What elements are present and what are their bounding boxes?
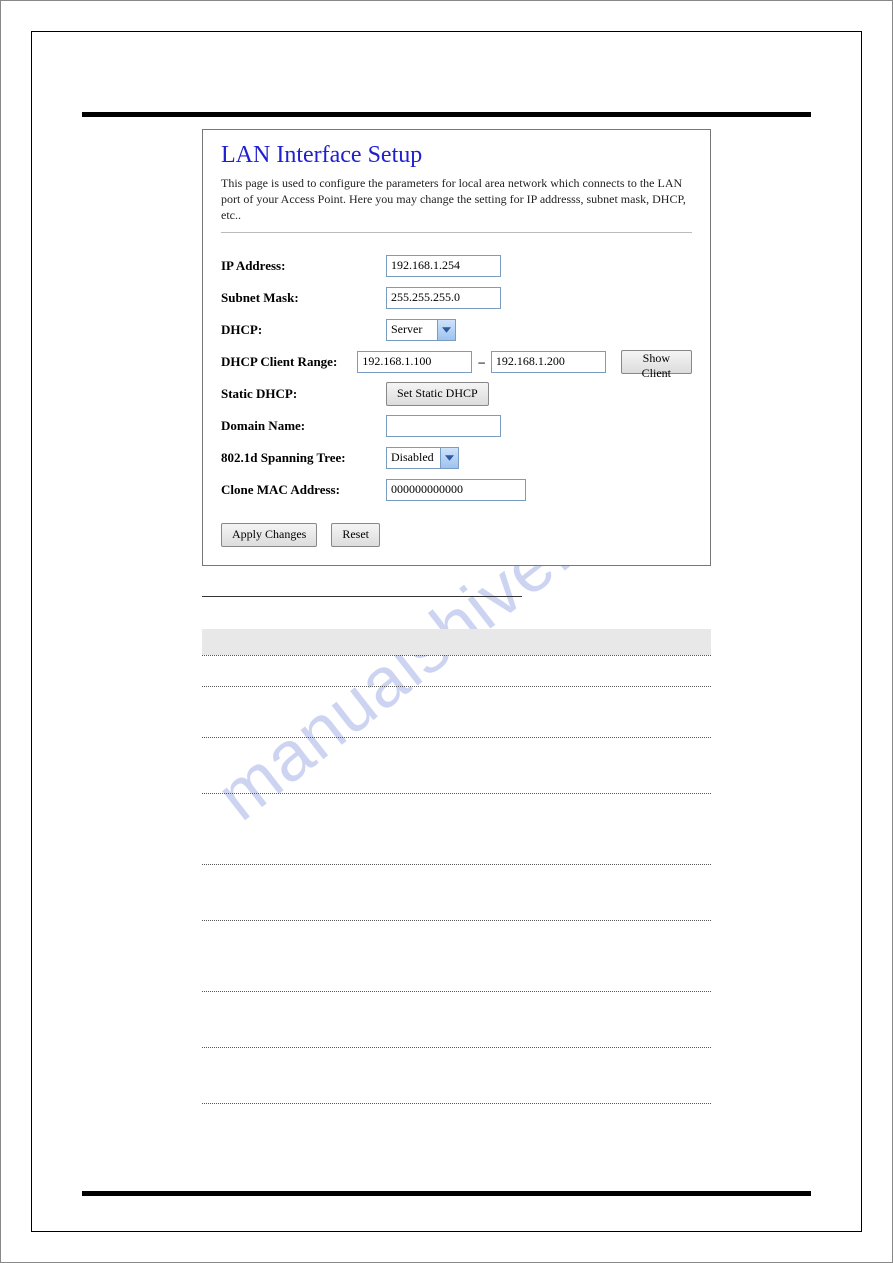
dotted-rule [202,991,711,992]
lan-setup-panel: LAN Interface Setup This page is used to… [202,129,711,566]
document-page: manualshive.com LAN Interface Setup This… [0,0,893,1263]
dotted-rule [202,864,711,865]
chevron-down-icon [440,448,458,468]
dhcp-range-start-input[interactable] [357,351,472,373]
label-spanning: 802.1d Spanning Tree: [221,450,386,466]
label-subnet: Subnet Mask: [221,290,386,306]
top-rule [82,112,811,117]
row-dhcp-range: DHCP Client Range: – Show Client [221,347,692,377]
row-ip: IP Address: [221,251,692,281]
label-clone-mac: Clone MAC Address: [221,482,386,498]
ip-address-input[interactable] [386,255,501,277]
row-static-dhcp: Static DHCP: Set Static DHCP [221,379,692,409]
dhcp-select-value: Server [387,320,437,340]
subnet-mask-input[interactable] [386,287,501,309]
clone-mac-input[interactable] [386,479,526,501]
row-dhcp: DHCP: Server [221,315,692,345]
divider-line [202,596,522,597]
dotted-rule [202,1103,711,1104]
page-frame: manualshive.com LAN Interface Setup This… [31,31,862,1232]
dotted-rule [202,1047,711,1048]
row-domain: Domain Name: [221,411,692,441]
form-area: IP Address: Subnet Mask: DHCP: Server [221,233,692,547]
range-separator: – [472,354,491,370]
dhcp-select[interactable]: Server [386,319,456,341]
chevron-down-icon [437,320,455,340]
apply-changes-button[interactable]: Apply Changes [221,523,317,547]
show-client-button[interactable]: Show Client [621,350,692,374]
label-dhcp-range: DHCP Client Range: [221,354,357,370]
set-static-dhcp-button[interactable]: Set Static DHCP [386,382,489,406]
domain-name-input[interactable] [386,415,501,437]
table-placeholder [202,596,711,1104]
dotted-rule [202,655,711,656]
dotted-rule [202,920,711,921]
dotted-rule [202,793,711,794]
row-spanning: 802.1d Spanning Tree: Disabled [221,443,692,473]
label-ip: IP Address: [221,258,386,274]
dotted-rule [202,737,711,738]
label-domain: Domain Name: [221,418,386,434]
spanning-tree-value: Disabled [387,448,440,468]
label-dhcp: DHCP: [221,322,386,338]
table-header-band [202,629,711,655]
row-subnet: Subnet Mask: [221,283,692,313]
dhcp-range-end-input[interactable] [491,351,606,373]
action-row: Apply Changes Reset [221,523,692,547]
panel-description: This page is used to configure the param… [221,175,692,233]
label-static-dhcp: Static DHCP: [221,386,386,402]
spanning-tree-select[interactable]: Disabled [386,447,459,469]
dotted-rule [202,686,711,687]
panel-title: LAN Interface Setup [221,142,692,169]
reset-button[interactable]: Reset [331,523,380,547]
bottom-rule [82,1191,811,1196]
row-clone-mac: Clone MAC Address: [221,475,692,505]
